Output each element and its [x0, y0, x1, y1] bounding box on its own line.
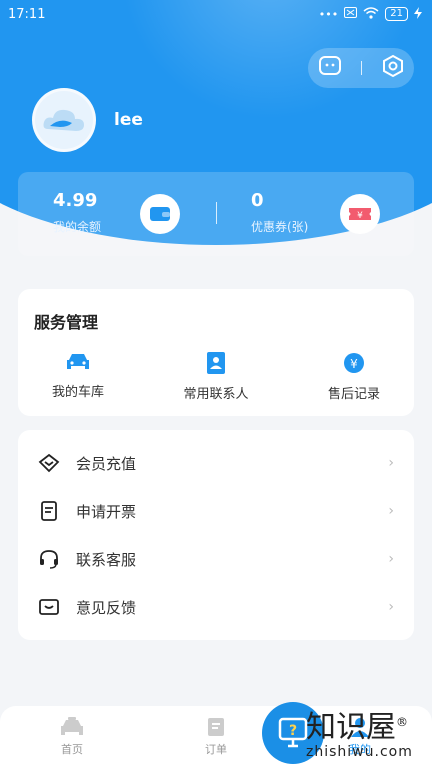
charging-icon: [414, 6, 422, 22]
car-home-icon: [61, 717, 83, 735]
coupon-label: 优惠券(张): [251, 220, 309, 234]
sim-icon: [344, 7, 358, 21]
wallet-button[interactable]: [140, 194, 180, 234]
menu-label-feedback: 意见反馈: [76, 598, 137, 617]
invoice-icon: [41, 501, 57, 521]
balance-value[interactable]: 4.99: [53, 190, 97, 211]
cloud-logo-icon: [43, 109, 84, 131]
top-actions: [308, 48, 414, 88]
status-bar: 17:11 ••• 21: [0, 0, 432, 28]
avatar[interactable]: [32, 88, 96, 152]
headset-icon: [40, 550, 58, 569]
message-icon[interactable]: [318, 54, 342, 82]
service-title: 服务管理: [34, 313, 99, 332]
service-item-contacts[interactable]: 常用联系人: [156, 351, 276, 402]
chevron-right-icon: ›: [388, 503, 394, 519]
contact-book-icon: [207, 352, 225, 374]
after-sales-icon: ¥: [344, 353, 364, 373]
registered-mark: ®: [396, 715, 408, 729]
watermark-title: 知识屋®: [306, 710, 408, 745]
nav-label-home: 首页: [61, 743, 83, 756]
chevron-right-icon: ›: [388, 551, 394, 567]
menu-item-customer-service[interactable]: 联系客服 ›: [18, 535, 414, 583]
service-item-after-sales[interactable]: ¥ 售后记录: [294, 351, 414, 402]
svg-text:¥: ¥: [357, 211, 363, 221]
status-dots: •••: [318, 7, 339, 21]
coupon-count[interactable]: 0: [251, 190, 264, 211]
card-divider: [216, 202, 217, 224]
status-icons: ••• 21: [318, 6, 422, 22]
svg-text:?: ?: [289, 723, 297, 739]
battery-indicator: 21: [385, 7, 408, 21]
service-label-after-sales: 售后记录: [327, 387, 380, 402]
service-label-contacts: 常用联系人: [183, 387, 249, 402]
wallet-icon: [150, 207, 170, 221]
chevron-right-icon: ›: [388, 455, 394, 471]
nav-item-orders[interactable]: 订单: [176, 716, 256, 757]
service-management-card: 服务管理 我的车库 常用联系人 ¥ 售后记录: [18, 289, 414, 416]
chevron-right-icon: ›: [388, 599, 394, 615]
wifi-icon: [363, 6, 379, 22]
menu-item-feedback[interactable]: 意见反馈 ›: [18, 583, 414, 631]
service-label-garage: 我的车库: [51, 385, 104, 400]
balance-card: 4.99 我的余额 0 优惠券(张) ¥: [18, 172, 414, 256]
watermark: ? 知识屋® zhishiwu.com: [262, 700, 432, 768]
coupon-icon: ¥: [349, 208, 371, 221]
car-icon: [67, 354, 89, 369]
coupon-button[interactable]: ¥: [340, 194, 380, 234]
nav-item-home[interactable]: 首页: [32, 716, 112, 757]
monitor-question-icon: ?: [278, 717, 308, 748]
watermark-url: zhishiwu.com: [306, 744, 413, 760]
order-icon: [208, 718, 224, 736]
menu-item-invoice[interactable]: 申请开票 ›: [18, 487, 414, 535]
member-recharge-icon: [38, 453, 60, 473]
settings-icon[interactable]: [381, 54, 405, 82]
feedback-icon: [39, 599, 59, 615]
action-separator: [360, 61, 362, 75]
menu-card: 会员充值 › 申请开票 › 联系客服 › 意见反馈 ›: [18, 430, 414, 640]
svg-text:¥: ¥: [350, 357, 358, 371]
menu-item-member-recharge[interactable]: 会员充值 ›: [18, 439, 414, 487]
status-time: 17:11: [8, 6, 46, 22]
username[interactable]: lee: [114, 110, 143, 130]
balance-label: 我的余额: [53, 220, 102, 234]
menu-label-member-recharge: 会员充值: [76, 454, 137, 473]
service-item-garage[interactable]: 我的车库: [18, 351, 138, 400]
menu-label-customer-service: 联系客服: [76, 550, 137, 569]
nav-label-orders: 订单: [205, 743, 227, 756]
menu-label-invoice: 申请开票: [76, 502, 137, 521]
